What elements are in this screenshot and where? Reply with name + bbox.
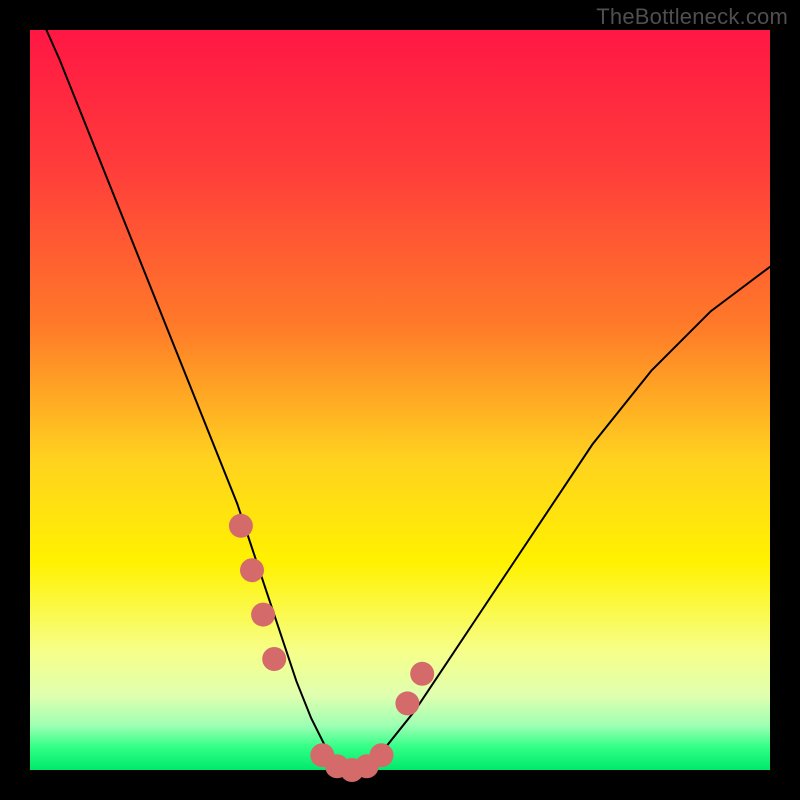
marker-dot — [229, 514, 253, 538]
marker-dot — [410, 662, 434, 686]
chart-stage: TheBottleneck.com — [0, 0, 800, 800]
marker-dot — [240, 558, 264, 582]
marker-dot — [370, 743, 394, 767]
marker-dot — [251, 603, 275, 627]
marker-dot — [262, 647, 286, 671]
plot-area-bg — [30, 30, 770, 770]
bottleneck-plot — [0, 0, 800, 800]
marker-dot — [395, 691, 419, 715]
watermark-text: TheBottleneck.com — [596, 4, 788, 30]
